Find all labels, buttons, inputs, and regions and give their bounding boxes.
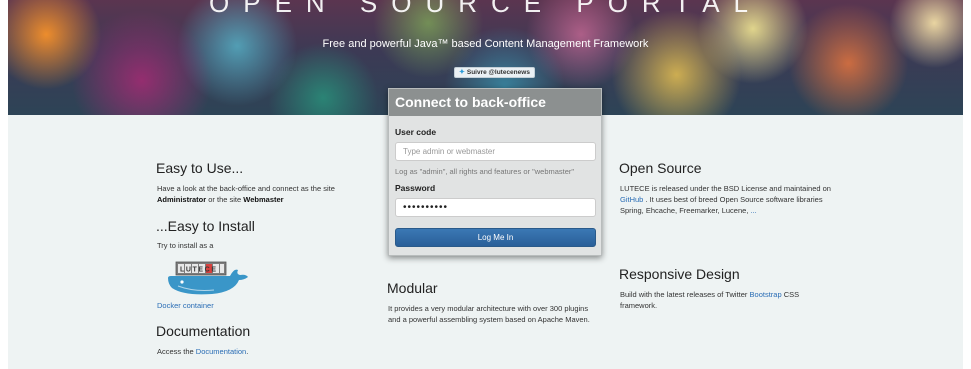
open-source-text-start: LUTECE is released under the BSD License…	[620, 184, 831, 193]
user-code-label: User code	[395, 127, 437, 137]
user-code-input[interactable]	[395, 142, 596, 161]
documentation-link[interactable]: Documentation	[196, 347, 246, 356]
documentation-text-end: .	[246, 347, 249, 356]
administrator-label: Administrator	[157, 195, 207, 204]
responsive-design-heading: Responsive Design	[619, 266, 740, 282]
documentation-heading: Documentation	[156, 323, 251, 339]
more-libraries-link[interactable]: ...	[751, 206, 757, 215]
modular-text: It provides a very modular architecture …	[388, 304, 590, 324]
twitter-follow-label: Suivre @lutecenews	[466, 69, 530, 76]
documentation-text: Access the Documentation.	[157, 347, 248, 356]
easy-to-install-heading: ...Easy to Install	[156, 218, 255, 234]
log-me-in-button[interactable]: Log Me In	[395, 228, 596, 247]
easy-to-install-text: Try to install as a	[157, 241, 214, 250]
password-label: Password	[395, 183, 436, 193]
github-link[interactable]: GitHub	[620, 195, 643, 204]
docker-container-link[interactable]: Docker container	[157, 301, 214, 310]
login-form: User code Log as "admin", all rights and…	[389, 116, 601, 247]
hero-subtitle: Free and powerful Java™ based Content Ma…	[322, 38, 649, 50]
docker-whale-icon[interactable]: LUTECE	[164, 256, 250, 298]
open-source-text: LUTECE is released under the BSD License…	[620, 183, 832, 216]
login-panel: Connect to back-office User code Log as …	[388, 88, 602, 256]
open-source-text-middle: . It uses best of breed Open Source soft…	[620, 195, 823, 215]
responsive-design-text: Build with the latest releases of Twitte…	[620, 289, 825, 311]
login-help-text: Log as "admin", all rights and features …	[395, 167, 575, 176]
open-source-heading: Open Source	[619, 160, 702, 176]
webmaster-label: Webmaster	[243, 195, 284, 204]
modular-heading: Modular	[387, 280, 438, 296]
bootstrap-link[interactable]: Bootstrap	[750, 290, 782, 299]
password-input[interactable]	[395, 198, 596, 217]
responsive-text-start: Build with the latest releases of Twitte…	[620, 290, 750, 299]
easy-to-use-text-start: Have a look at the back-office and conne…	[157, 184, 335, 193]
twitter-bird-icon: ✦	[459, 69, 465, 76]
page-frame: OPEN SOURCE PORTAL Free and powerful Jav…	[8, 0, 963, 369]
login-panel-title: Connect to back-office	[389, 89, 601, 116]
easy-to-use-text: Have a look at the back-office and conne…	[157, 183, 357, 205]
easy-to-use-text-middle: or the site	[206, 195, 244, 204]
documentation-text-start: Access the	[157, 347, 196, 356]
hero-title: OPEN SOURCE PORTAL	[209, 0, 762, 18]
twitter-follow-button[interactable]: ✦ Suivre @lutecenews	[454, 67, 535, 78]
lutece-logo-text: LUTECE	[180, 267, 218, 274]
easy-to-use-heading: Easy to Use...	[156, 160, 244, 176]
